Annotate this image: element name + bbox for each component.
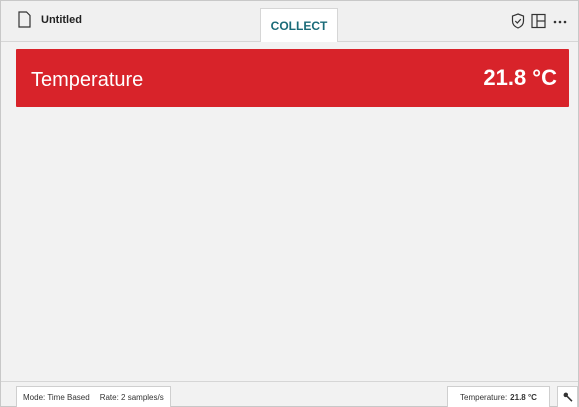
more-icon[interactable]	[552, 13, 568, 29]
status-bar: Mode: Time Based Rate: 2 samples/s Tempe…	[1, 381, 578, 407]
wrench-icon	[563, 392, 572, 402]
app-window: Untitled COLLECT Temperature 21.8 °C Mod…	[0, 0, 579, 407]
sensor-value: 21.8 °C	[510, 392, 537, 402]
sensor-label: Temperature:	[460, 392, 508, 402]
file-icon[interactable]	[18, 11, 31, 28]
collection-mode-button[interactable]: Mode: Time Based Rate: 2 samples/s	[16, 386, 171, 407]
tab-collect[interactable]: COLLECT	[260, 8, 338, 42]
rate-text: Rate: 2 samples/s	[99, 392, 164, 402]
tools-button[interactable]	[557, 386, 578, 407]
sensor-readout-button[interactable]: Temperature: 21.8 °C	[447, 386, 550, 407]
meter-label: Temperature	[31, 69, 144, 91]
shield-check-icon[interactable]	[511, 13, 525, 29]
file-title[interactable]: Untitled	[41, 14, 82, 26]
meter-value: 21.8 °C	[483, 65, 557, 90]
layout-icon[interactable]	[531, 13, 546, 29]
mode-text: Mode: Time Based	[23, 392, 90, 402]
temperature-meter[interactable]: Temperature 21.8 °C	[16, 49, 569, 107]
top-bar: Untitled COLLECT	[1, 1, 578, 42]
content-area	[9, 113, 572, 381]
